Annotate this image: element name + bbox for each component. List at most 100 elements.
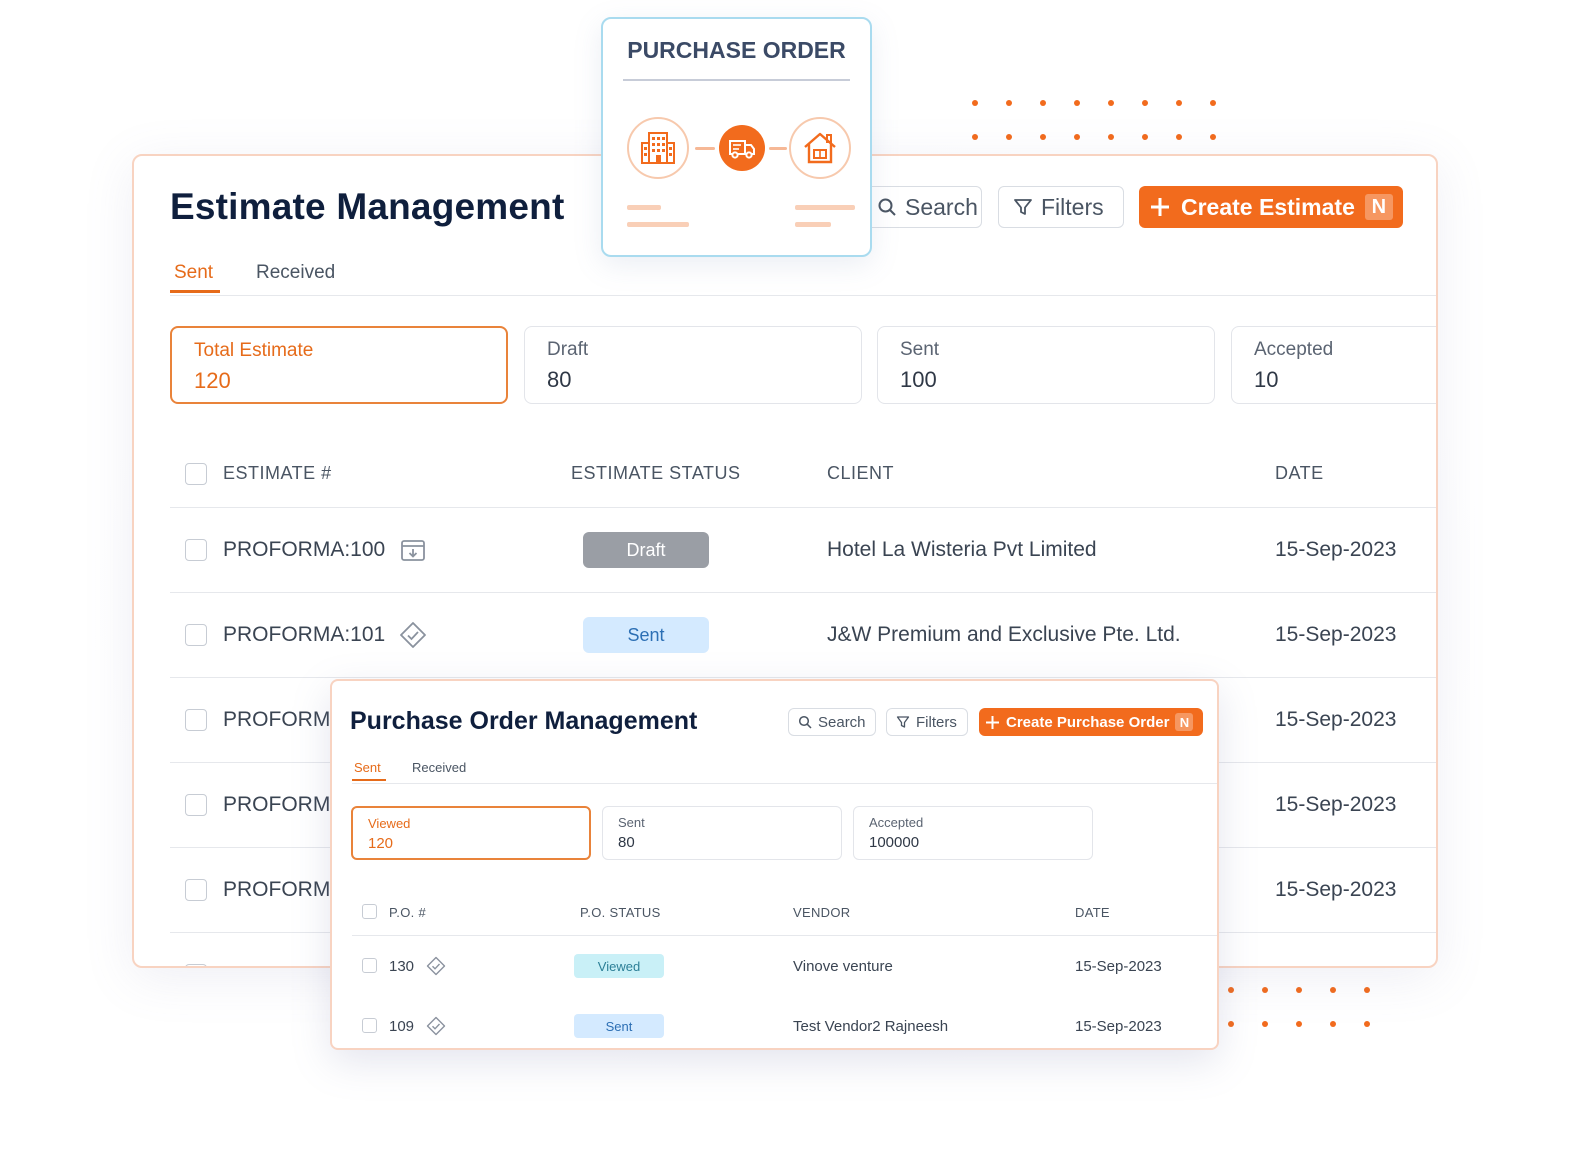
download-box-icon[interactable] — [400, 537, 426, 563]
row-checkbox[interactable] — [185, 709, 207, 731]
page-title: Purchase Order Management — [350, 707, 698, 735]
row-date: 15-Sep-2023 — [1075, 1018, 1162, 1035]
row-date: 15-Sep-2023 — [1075, 958, 1162, 975]
plus-icon — [1149, 196, 1171, 218]
stat-card-viewed[interactable]: Viewed 120 — [351, 806, 591, 860]
column-po-number[interactable]: P.O. # — [389, 905, 426, 920]
column-date[interactable]: DATE — [1275, 463, 1324, 484]
decorative-dot — [1142, 134, 1148, 140]
row-checkbox[interactable] — [185, 879, 207, 901]
stat-card-accepted[interactable]: Accepted 10 — [1231, 326, 1436, 404]
verified-badge-icon — [399, 621, 427, 649]
stat-value: 10 — [1254, 367, 1279, 392]
select-all-checkbox[interactable] — [362, 904, 377, 919]
building-icon — [627, 117, 689, 179]
decorative-dot — [1040, 100, 1046, 106]
decorative-dot — [1364, 987, 1370, 993]
row-checkbox[interactable] — [185, 964, 207, 966]
row-date: 15-Sep-2023 — [1275, 793, 1397, 816]
stat-label: Accepted — [869, 815, 924, 830]
client-name: J&W Premium and Exclusive Pte. Ltd. — [827, 623, 1181, 646]
decorative-dot — [1176, 134, 1182, 140]
decorative-dot — [1228, 1021, 1234, 1027]
column-date[interactable]: DATE — [1075, 905, 1110, 920]
tab-received[interactable]: Received — [412, 760, 466, 779]
status-badge: Sent — [574, 1014, 664, 1038]
decorative-dot — [1074, 134, 1080, 140]
tab-sent[interactable]: Sent — [170, 262, 220, 293]
po-number[interactable]: 109 — [389, 1018, 414, 1035]
row-checkbox[interactable] — [362, 1018, 377, 1033]
decorative-dot — [1262, 987, 1268, 993]
stat-card-draft[interactable]: Draft 80 — [524, 326, 862, 404]
search-button[interactable]: Search — [862, 186, 982, 228]
stat-card-sent[interactable]: Sent 100 — [877, 326, 1215, 404]
purchase-order-illustration-card: PURCHASE ORDER — [601, 17, 872, 257]
create-estimate-button[interactable]: Create Estimate N — [1139, 186, 1403, 228]
row-checkbox[interactable] — [185, 794, 207, 816]
stat-value: 120 — [368, 835, 394, 852]
create-purchase-order-label: Create Purchase Order — [1006, 713, 1170, 731]
column-po-status[interactable]: P.O. STATUS — [580, 905, 661, 920]
table-header: ESTIMATE # ESTIMATE STATUS CLIENT DATE — [170, 438, 1436, 508]
decorative-dot — [1108, 134, 1114, 140]
decorative-dot — [1074, 100, 1080, 106]
estimate-number[interactable]: PROFORMA — [223, 793, 344, 817]
estimate-number[interactable]: PROFORMA — [223, 708, 344, 732]
table-row[interactable]: PROFORMA:100 Draft Hotel La Wisteria Pvt… — [170, 508, 1436, 593]
decorative-dot — [1210, 134, 1216, 140]
table-row[interactable]: PROFORMA:101 Sent J&W Premium and Exclus… — [170, 593, 1436, 678]
table-row[interactable]: 109 Sent Test Vendor2 Rajneesh 15-Sep-20… — [352, 996, 1217, 1048]
client-name: Hotel La Wisteria Pvt Limited — [827, 538, 1097, 561]
stat-value: 120 — [194, 368, 231, 393]
filters-button[interactable]: Filters — [998, 186, 1124, 228]
illustration-title: PURCHASE ORDER — [627, 37, 846, 63]
placeholder-line — [795, 205, 855, 210]
column-estimate-number[interactable]: ESTIMATE # — [223, 463, 332, 484]
decorative-dot — [1142, 100, 1148, 106]
filter-icon — [1013, 197, 1033, 217]
stat-value: 80 — [547, 367, 572, 392]
decorative-dot — [1006, 134, 1012, 140]
create-purchase-order-button[interactable]: Create Purchase Order N — [979, 708, 1203, 736]
search-label: Search — [905, 193, 978, 220]
placeholder-line — [627, 222, 689, 227]
tab-sent[interactable]: Sent — [352, 760, 386, 781]
decorative-dot — [972, 100, 978, 106]
select-all-checkbox[interactable] — [185, 463, 207, 485]
tab-received[interactable]: Received — [256, 262, 335, 290]
filters-button[interactable]: Filters — [886, 708, 968, 736]
connector — [769, 147, 787, 150]
status-badge: Sent — [583, 617, 709, 653]
row-checkbox[interactable] — [185, 539, 207, 561]
table-row[interactable]: 130 Viewed Vinove venture 15-Sep-2023 — [352, 936, 1217, 996]
estimate-number[interactable]: PROFORMA:100 — [223, 538, 385, 562]
row-date: 15-Sep-2023 — [1275, 878, 1397, 901]
decorative-dot — [1364, 1021, 1370, 1027]
column-client[interactable]: CLIENT — [827, 463, 894, 484]
stat-value: 100 — [900, 367, 937, 392]
stat-label: Sent — [900, 339, 940, 360]
estimate-number[interactable]: PROFORMA — [223, 878, 344, 902]
create-estimate-label: Create Estimate — [1181, 193, 1355, 220]
estimate-number[interactable]: PROFORMA:101 — [223, 623, 385, 647]
column-vendor[interactable]: VENDOR — [793, 905, 850, 920]
search-button[interactable]: Search — [788, 708, 876, 736]
decorative-dot — [1108, 100, 1114, 106]
estimate-tabs: Sent Received — [170, 262, 1436, 296]
stat-card-accepted[interactable]: Accepted 100000 — [853, 806, 1093, 860]
po-number[interactable]: 130 — [389, 958, 414, 975]
stat-card-sent[interactable]: Sent 80 — [602, 806, 842, 860]
row-date: 15-Sep-2023 — [1275, 623, 1397, 646]
page-title: Estimate Management — [170, 186, 565, 227]
row-checkbox[interactable] — [185, 624, 207, 646]
decorative-dot — [1296, 1021, 1302, 1027]
decorative-dot — [1006, 100, 1012, 106]
row-date: 15-Sep-2023 — [1275, 708, 1397, 731]
filters-label: Filters — [1041, 193, 1104, 220]
stat-value: 80 — [618, 834, 635, 851]
row-checkbox[interactable] — [362, 958, 377, 973]
stat-card-total-estimate[interactable]: Total Estimate 120 — [170, 326, 508, 404]
column-estimate-status[interactable]: ESTIMATE STATUS — [571, 463, 741, 484]
row-date: 15-Sep-2023 — [1275, 538, 1397, 561]
